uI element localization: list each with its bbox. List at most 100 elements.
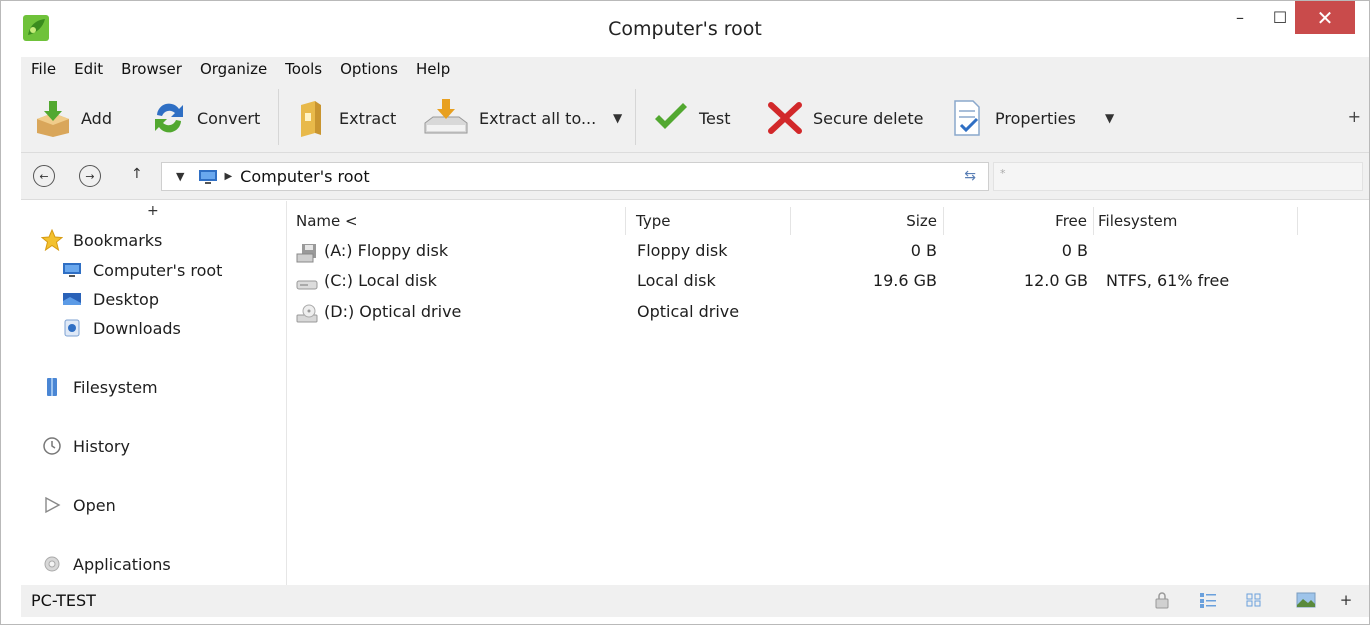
sidebar-item-computers-root[interactable]: Computer's root (61, 259, 222, 281)
convert-label: Convert (197, 108, 261, 128)
column-header-free[interactable]: Free (944, 207, 1094, 235)
icons-view-icon[interactable] (1243, 589, 1265, 611)
column-header-size[interactable]: Size (791, 207, 944, 235)
sidebar-add-plus-icon[interactable]: + (147, 203, 159, 219)
menu-tools[interactable]: Tools (285, 60, 322, 78)
convert-icon (149, 99, 189, 137)
row-name: (C:) Local disk (324, 271, 437, 290)
refresh-icon[interactable]: ⇆ (964, 168, 976, 184)
test-button[interactable]: Test (651, 99, 731, 137)
app-window: Computer's root – ☐ ✕ File Edit Browser … (0, 0, 1370, 625)
extract-label: Extract (339, 108, 397, 128)
sidebar-label: Downloads (93, 318, 181, 338)
add-label: Add (81, 108, 112, 128)
toolbar-separator (635, 89, 636, 145)
sidebar-item-bookmarks[interactable]: Bookmarks (41, 229, 162, 251)
sidebar: + Bookmarks Computer's root Desktop Down… (21, 201, 287, 585)
computer-icon (61, 259, 83, 281)
row-size: 0 B (910, 241, 937, 260)
menu-organize[interactable]: Organize (200, 60, 267, 78)
optical-drive-icon (296, 304, 318, 323)
menu-bar: File Edit Browser Organize Tools Options… (21, 57, 1369, 81)
row-free: 0 B (1061, 241, 1088, 260)
row-type: Optical drive (637, 302, 740, 321)
extract-icon (291, 99, 331, 137)
row-name: (A:) Floppy disk (324, 241, 449, 260)
menu-edit[interactable]: Edit (74, 60, 103, 78)
row-size: 19.6 GB (872, 271, 937, 290)
sidebar-item-desktop[interactable]: Desktop (61, 288, 159, 310)
sidebar-label: Open (73, 495, 116, 515)
column-header-filesystem[interactable]: Filesystem (1098, 207, 1298, 235)
sidebar-label: Applications (73, 554, 171, 574)
filesystem-icon (41, 376, 63, 398)
convert-button[interactable]: Convert (149, 99, 260, 137)
sidebar-item-history[interactable]: History (41, 435, 130, 457)
applications-gear-icon (41, 553, 63, 575)
properties-label: Properties (995, 108, 1076, 128)
breadcrumb-separator-icon[interactable]: ▶ (224, 171, 232, 182)
sidebar-label: History (73, 436, 130, 456)
properties-dropdown-icon[interactable]: ▼ (1105, 111, 1114, 125)
sidebar-item-applications[interactable]: Applications (41, 553, 171, 575)
table-row[interactable]: (D:) Optical drive Optical drive (288, 298, 1369, 328)
menu-help[interactable]: Help (416, 60, 450, 78)
thumbnail-view-icon[interactable] (1295, 589, 1317, 611)
table-row[interactable]: (C:) Local disk Local disk 19.6 GB 12.0 … (288, 267, 1369, 297)
extract-all-button[interactable]: Extract all to... (421, 99, 596, 137)
up-button[interactable]: ↑ (131, 166, 143, 182)
details-view-icon[interactable] (1197, 589, 1219, 611)
add-button[interactable]: Add (33, 99, 112, 137)
toolbar: Add Convert Extract Extract all to... ▼ … (21, 81, 1369, 153)
breadcrumb-current[interactable]: Computer's root (240, 167, 369, 186)
secure-delete-button[interactable]: Secure delete (765, 99, 924, 137)
filter-input[interactable]: * (993, 162, 1363, 191)
address-bar[interactable]: ▼ ▶ Computer's root ⇆ (161, 162, 989, 191)
title-bar: Computer's root – ☐ ✕ (1, 1, 1369, 57)
status-computer-name: PC-TEST (31, 591, 96, 610)
add-archive-icon (33, 99, 73, 137)
clock-icon (41, 435, 63, 457)
properties-button[interactable]: Properties (947, 99, 1076, 137)
sidebar-label: Filesystem (73, 377, 158, 397)
computer-icon (199, 169, 218, 184)
play-triangle-icon (41, 494, 63, 516)
floppy-icon (296, 244, 316, 263)
checkmark-icon (651, 99, 691, 137)
sidebar-item-open[interactable]: Open (41, 494, 116, 516)
back-button[interactable]: ← (33, 165, 55, 187)
column-header-type[interactable]: Type (636, 207, 791, 235)
sidebar-label: Bookmarks (73, 230, 163, 250)
extract-all-dropdown-icon[interactable]: ▼ (613, 111, 622, 125)
statusbar-plus-icon[interactable]: + (1335, 589, 1357, 611)
secure-delete-label: Secure delete (813, 108, 924, 128)
row-free: 12.0 GB (1023, 271, 1088, 290)
sidebar-label: Computer's root (93, 260, 223, 280)
forward-button[interactable]: → (79, 165, 101, 187)
lock-icon[interactable] (1151, 589, 1173, 611)
menu-browser[interactable]: Browser (121, 60, 182, 78)
status-bar: PC-TEST + (21, 585, 1369, 617)
close-button[interactable]: ✕ (1295, 1, 1355, 34)
row-filesystem: NTFS, 61% free (1106, 271, 1230, 290)
toolbar-separator (278, 89, 279, 145)
extract-button[interactable]: Extract (291, 99, 396, 137)
table-row[interactable]: (A:) Floppy disk Floppy disk 0 B 0 B (288, 237, 1369, 267)
star-icon (41, 229, 63, 251)
extract-all-icon (421, 99, 471, 137)
address-row: ← → ↑ ▼ ▶ Computer's root ⇆ * (21, 153, 1369, 200)
toolbar-customize-plus-icon[interactable]: + (1348, 107, 1361, 126)
filter-placeholder: * (1000, 167, 1006, 180)
desktop-icon (61, 288, 83, 310)
sidebar-item-filesystem[interactable]: Filesystem (41, 376, 158, 398)
address-history-dropdown-icon[interactable]: ▼ (176, 170, 184, 183)
sidebar-item-downloads[interactable]: Downloads (61, 317, 181, 339)
downloads-icon (61, 317, 83, 339)
file-list: Name < Type Size Free Filesystem (A:) Fl… (288, 201, 1369, 585)
row-type: Local disk (637, 271, 716, 290)
column-header-name[interactable]: Name < (296, 207, 626, 235)
window-title: Computer's root (608, 18, 762, 40)
menu-file[interactable]: File (31, 60, 56, 78)
menu-options[interactable]: Options (340, 60, 398, 78)
test-label: Test (699, 108, 731, 128)
